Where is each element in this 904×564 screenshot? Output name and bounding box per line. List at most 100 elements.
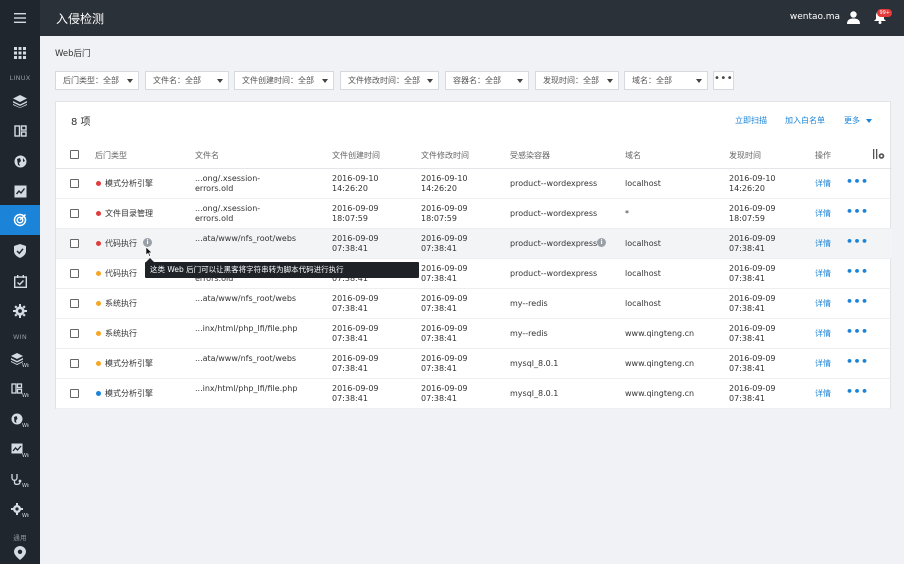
table-row[interactable]: 系统执行 ...inx/html/php_lfi/file.php 2016-09-…: [56, 319, 892, 349]
created-date: 2016-09-09: [332, 294, 379, 303]
more-filters-button[interactable]: •••: [713, 71, 734, 90]
detail-link[interactable]: 详情: [815, 299, 831, 309]
modified-date: 2016-09-09: [421, 354, 468, 363]
caret-down-icon: [696, 79, 702, 83]
row-checkbox[interactable]: [70, 389, 79, 398]
detail-link[interactable]: 详情: [815, 209, 831, 219]
select-all-checkbox[interactable]: [70, 150, 79, 159]
filter-label: 文件名：全部: [153, 76, 201, 85]
filter-created-time[interactable]: 文件创建时间：全部: [234, 71, 334, 90]
svg-text:Win: Win: [22, 363, 29, 367]
created-time: 07:38:41: [332, 394, 368, 403]
more-actions-link[interactable]: 更多: [844, 115, 872, 126]
detail-link[interactable]: 详情: [815, 239, 831, 249]
globe-win-icon[interactable]: Win: [0, 405, 40, 435]
row-more-icon[interactable]: •••: [846, 206, 869, 217]
table-row[interactable]: 系统执行 ...ata/www/nfs_root/webs 2016-09-09 07…: [56, 289, 892, 319]
header-container[interactable]: 受感染容器: [510, 150, 550, 161]
gear-icon[interactable]: [0, 296, 40, 326]
table-row[interactable]: 模式分析引擎 ...ata/www/nfs_root/webs 2016-09-09…: [56, 349, 892, 379]
filter-modified-time[interactable]: 文件修改时间：全部: [340, 71, 439, 90]
header-filename[interactable]: 文件名: [195, 150, 219, 161]
filter-filename[interactable]: 文件名：全部: [145, 71, 229, 90]
scan-now-link[interactable]: 立即扫描: [735, 115, 767, 126]
globe-icon[interactable]: [0, 146, 40, 176]
row-more-icon[interactable]: •••: [846, 296, 869, 307]
row-more-icon[interactable]: •••: [846, 176, 869, 187]
username[interactable]: wentao.ma: [790, 12, 840, 22]
row-more-icon[interactable]: •••: [846, 326, 869, 337]
filter-backdoor-type[interactable]: 后门类型：全部: [55, 71, 139, 90]
filter-container[interactable]: 容器名：全部: [445, 71, 529, 90]
detail-link[interactable]: 详情: [815, 329, 831, 339]
caret-down-icon: [607, 79, 613, 83]
severity-dot: [96, 211, 101, 216]
container-name: my--redis: [510, 329, 548, 338]
row-more-icon[interactable]: •••: [846, 266, 869, 277]
filename-line1: ...ata/www/nfs_root/webs: [195, 234, 297, 243]
add-whitelist-link[interactable]: 加入白名单: [785, 115, 825, 126]
modified-time: 14:26:20: [421, 184, 457, 193]
severity-dot: [96, 391, 101, 396]
row-checkbox[interactable]: [70, 329, 79, 338]
chart-check-icon[interactable]: [0, 176, 40, 206]
modified-date: 2016-09-09: [421, 384, 468, 393]
detail-link[interactable]: 详情: [815, 359, 831, 369]
calendar-check-icon[interactable]: [0, 266, 40, 296]
domain: *: [625, 209, 629, 218]
stethoscope-win-icon[interactable]: Win: [0, 465, 40, 495]
container-name: my--redis: [510, 299, 548, 308]
table-row[interactable]: 模式分析引擎 ...ong/.xsession-errors.old 2016-09…: [56, 169, 892, 199]
header-modified[interactable]: 文件修改时间: [421, 150, 469, 161]
gear-win-icon[interactable]: Win: [0, 495, 40, 525]
container-info-icon[interactable]: i: [597, 238, 606, 247]
created-time: 14:26:20: [332, 184, 368, 193]
table-row[interactable]: 模式分析引擎 ...inx/html/php_lfi/file.php 2016-0…: [56, 379, 892, 409]
row-checkbox[interactable]: [70, 239, 79, 248]
filter-domain[interactable]: 域名：全部: [624, 71, 708, 90]
row-checkbox[interactable]: [70, 179, 79, 188]
detail-link[interactable]: 详情: [815, 389, 831, 399]
row-checkbox[interactable]: [70, 299, 79, 308]
modified-date: 2016-09-09: [421, 264, 468, 273]
created-date: 2016-09-09: [332, 354, 379, 363]
table-row[interactable]: 文件目录管理 ...ong/.xsession-errors.old 2016-09…: [56, 199, 892, 229]
table-row[interactable]: 代码执行 i ...ata/www/nfs_root/webs 2016-09-09 0…: [56, 229, 892, 259]
layers-win-icon[interactable]: Win: [0, 345, 40, 375]
found-date: 2016-09-09: [729, 384, 776, 393]
location-icon[interactable]: [0, 546, 40, 564]
menu-icon[interactable]: [0, 0, 40, 36]
row-checkbox[interactable]: [70, 359, 79, 368]
results-card: 8 项 立即扫描 加入白名单 更多 后门类型 文件名 文件创建时间 文件修改时间…: [55, 101, 892, 409]
header-found[interactable]: 发现时间: [729, 150, 761, 161]
chart-win-icon[interactable]: Win: [0, 435, 40, 465]
detail-link[interactable]: 详情: [815, 179, 831, 189]
modified-date: 2016-09-09: [421, 234, 468, 243]
modified-time: 07:38:41: [421, 364, 457, 373]
row-more-icon[interactable]: •••: [846, 356, 869, 367]
filename-line1: ...inx/html/php_lfi/file.php: [195, 384, 298, 393]
header-domain[interactable]: 域名: [625, 150, 641, 161]
intrusion-detection-icon[interactable]: [0, 205, 40, 235]
row-more-icon[interactable]: •••: [846, 386, 869, 397]
shield-check-icon[interactable]: [0, 236, 40, 266]
column-settings-icon[interactable]: [873, 149, 885, 162]
row-checkbox[interactable]: [70, 209, 79, 218]
dashboard-icon[interactable]: [0, 116, 40, 146]
found-date: 2016-09-09: [729, 354, 776, 363]
layers-icon[interactable]: [0, 86, 40, 116]
backdoor-type: 模式分析引擎: [105, 359, 153, 368]
apps-grid-icon[interactable]: [0, 38, 40, 68]
row-more-icon[interactable]: •••: [846, 236, 869, 247]
header-type[interactable]: 后门类型: [95, 150, 127, 161]
dashboard-win-icon[interactable]: Win: [0, 375, 40, 405]
severity-dot: [96, 331, 101, 336]
header-created[interactable]: 文件创建时间: [332, 150, 380, 161]
row-checkbox[interactable]: [70, 269, 79, 278]
user-icon[interactable]: [847, 11, 860, 26]
info-icon[interactable]: i: [143, 238, 152, 247]
backdoor-type: 文件目录管理: [105, 209, 153, 218]
filter-found-time[interactable]: 发现时间：全部: [535, 71, 619, 90]
created-date: 2016-09-09: [332, 234, 379, 243]
detail-link[interactable]: 详情: [815, 269, 831, 279]
